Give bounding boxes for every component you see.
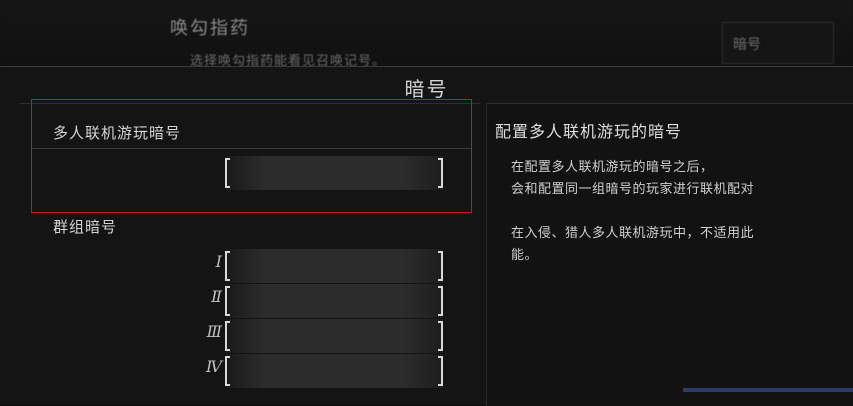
help-line-2: 会和配置同一组暗号的玩家进行联机配对 (511, 182, 755, 197)
group-slot-index-4: Ⅳ (206, 357, 222, 376)
help-title: 配置多人联机游玩的暗号 (495, 122, 683, 141)
group-slot-index-2: Ⅱ (211, 287, 222, 306)
help-panel: 配置多人联机游玩的暗号 在配置多人联机游玩的暗号之后， 会和配置同一组暗号的玩家… (486, 103, 853, 406)
bracket-left (225, 286, 230, 316)
bracket-right (438, 251, 443, 281)
background-password-label: 暗号 (733, 37, 761, 53)
bracket-left (225, 321, 230, 351)
bracket-right (438, 286, 443, 316)
background-menu: 唤勾指药 选择唤勾指药能看见召唤记号。 暗号 (0, 0, 853, 69)
help-line-4: 能。 (511, 248, 539, 263)
group-password-input-2[interactable] (225, 284, 443, 318)
help-line-1: 在配置多人联机游玩的暗号之后， (511, 160, 714, 175)
background-menu-title: 唤勾指药 (170, 18, 250, 39)
selection-highlight (31, 99, 472, 213)
bracket-left (225, 356, 230, 386)
group-password-input-4[interactable] (225, 354, 443, 388)
group-slot-index-3: Ⅲ (206, 322, 222, 341)
bracket-right (438, 321, 443, 351)
footer-accent-bar (683, 388, 853, 392)
help-line-3: 在入侵、猎人多人联机游玩中，不适用此 (511, 226, 755, 241)
group-slot-index-1: Ⅰ (215, 252, 222, 271)
group-password-label: 群组暗号 (53, 218, 118, 236)
background-password-field: 暗号 (722, 22, 834, 64)
group-password-input-1[interactable] (225, 249, 443, 283)
group-password-input-3[interactable] (225, 319, 443, 353)
bracket-left (225, 251, 230, 281)
bracket-right (438, 356, 443, 386)
dialog-title: 暗号 (404, 77, 449, 101)
